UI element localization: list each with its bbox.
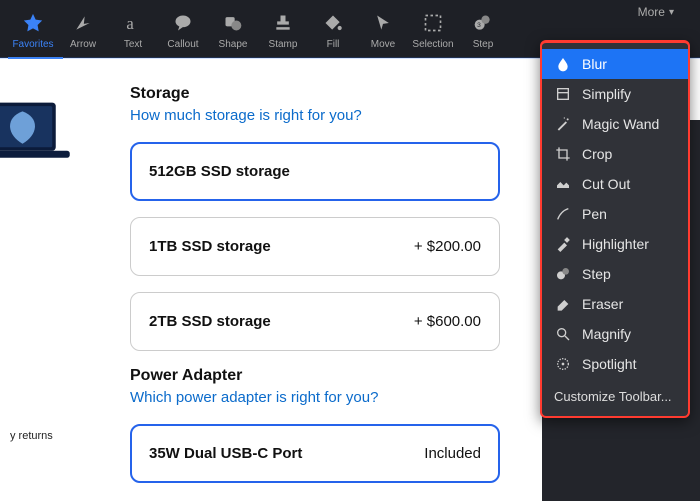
tool-label: Shape	[219, 39, 248, 50]
eraser-icon	[554, 295, 572, 313]
menu-label: Simplify	[582, 86, 631, 102]
menu-label: Step	[582, 266, 611, 282]
menu-label: Highlighter	[582, 236, 649, 252]
tool-arrow[interactable]: Arrow	[60, 7, 106, 52]
selection-icon	[419, 9, 447, 37]
spotlight-icon	[554, 355, 572, 373]
tool-fill[interactable]: Fill	[310, 7, 356, 52]
tool-label: Selection	[412, 39, 453, 50]
tool-stamp[interactable]: Stamp	[260, 7, 306, 52]
speech-bubble-icon	[169, 9, 197, 37]
menu-label: Cut Out	[582, 176, 630, 192]
menu-item-blur[interactable]: Blur	[542, 49, 688, 79]
star-icon	[19, 9, 47, 37]
svg-text:3: 3	[477, 22, 481, 29]
step-icon: 3	[469, 9, 497, 37]
tool-favorites[interactable]: Favorites	[10, 7, 56, 52]
menu-item-step[interactable]: Step	[542, 259, 688, 289]
tool-step[interactable]: 3 Step	[460, 7, 506, 52]
menu-item-spotlight[interactable]: Spotlight	[542, 349, 688, 379]
menu-label: Magic Wand	[582, 116, 659, 132]
tool-shape[interactable]: Shape	[210, 7, 256, 52]
storage-help-link[interactable]: How much storage is right for you?	[130, 107, 362, 124]
cut-out-icon	[554, 175, 572, 193]
tool-label: Callout	[167, 39, 198, 50]
tool-label: Text	[124, 39, 142, 50]
chevron-down-icon: ▾	[669, 7, 674, 18]
menu-label: Eraser	[582, 296, 623, 312]
tool-label: Favorites	[12, 39, 53, 50]
menu-label: Pen	[582, 206, 607, 222]
tool-selection[interactable]: Selection	[410, 7, 456, 52]
pen-icon	[554, 205, 572, 223]
magic-wand-icon	[554, 115, 572, 133]
menu-item-magic-wand[interactable]: Magic Wand	[542, 109, 688, 139]
storage-option-2tb[interactable]: 2TB SSD storage + $600.00	[130, 292, 500, 351]
more-label-text: More	[638, 5, 665, 19]
storage-option-512[interactable]: 512GB SSD storage	[130, 142, 500, 201]
tool-label: Move	[371, 39, 395, 50]
power-option-35w[interactable]: 35W Dual USB-C Port Included	[130, 424, 500, 483]
option-price: + $600.00	[414, 313, 481, 330]
paint-bucket-icon	[319, 9, 347, 37]
option-price: + $200.00	[414, 238, 481, 255]
tool-label: Arrow	[70, 39, 96, 50]
laptop-thumbnail	[0, 95, 75, 175]
menu-item-magnify[interactable]: Magnify	[542, 319, 688, 349]
tool-move[interactable]: Move	[360, 7, 406, 52]
toolbar-underline-active	[8, 57, 63, 59]
storage-option-1tb[interactable]: 1TB SSD storage + $200.00	[130, 217, 500, 276]
text-a-icon: a	[119, 9, 147, 37]
toolbar-more[interactable]: More ▾	[638, 5, 674, 19]
move-cursor-icon	[369, 9, 397, 37]
tool-text[interactable]: a Text	[110, 7, 156, 52]
menu-item-eraser[interactable]: Eraser	[542, 289, 688, 319]
menu-item-cut-out[interactable]: Cut Out	[542, 169, 688, 199]
menu-label: Blur	[582, 56, 607, 72]
simplify-icon	[554, 85, 572, 103]
menu-label: Spotlight	[582, 356, 636, 372]
magnify-icon	[554, 325, 572, 343]
menu-item-pen[interactable]: Pen	[542, 199, 688, 229]
tool-label: Stamp	[269, 39, 298, 50]
option-label: 512GB SSD storage	[149, 163, 290, 180]
returns-text: y returns	[10, 430, 53, 442]
stamp-icon	[269, 9, 297, 37]
step-icon	[554, 265, 572, 283]
menu-label: Magnify	[582, 326, 631, 342]
menu-label: Crop	[582, 146, 612, 162]
menu-item-highlighter[interactable]: Highlighter	[542, 229, 688, 259]
menu-item-crop[interactable]: Crop	[542, 139, 688, 169]
blur-icon	[554, 55, 572, 73]
menu-item-simplify[interactable]: Simplify	[542, 79, 688, 109]
menu-customize-toolbar[interactable]: Customize Toolbar...	[542, 379, 688, 410]
power-help-link[interactable]: Which power adapter is right for you?	[130, 389, 378, 406]
tool-label: Step	[473, 39, 494, 50]
highlighter-icon	[554, 235, 572, 253]
svg-text:a: a	[126, 14, 134, 33]
option-price: Included	[424, 445, 481, 462]
option-label: 2TB SSD storage	[149, 313, 271, 330]
crop-icon	[554, 145, 572, 163]
tool-callout[interactable]: Callout	[160, 7, 206, 52]
tool-label: Fill	[327, 39, 340, 50]
shapes-icon	[219, 9, 247, 37]
option-label: 1TB SSD storage	[149, 238, 271, 255]
option-label: 35W Dual USB-C Port	[149, 445, 302, 462]
more-tools-dropdown: Blur Simplify Magic Wand Crop Cut Out Pe…	[540, 40, 690, 418]
cursor-arrow-icon	[69, 9, 97, 37]
